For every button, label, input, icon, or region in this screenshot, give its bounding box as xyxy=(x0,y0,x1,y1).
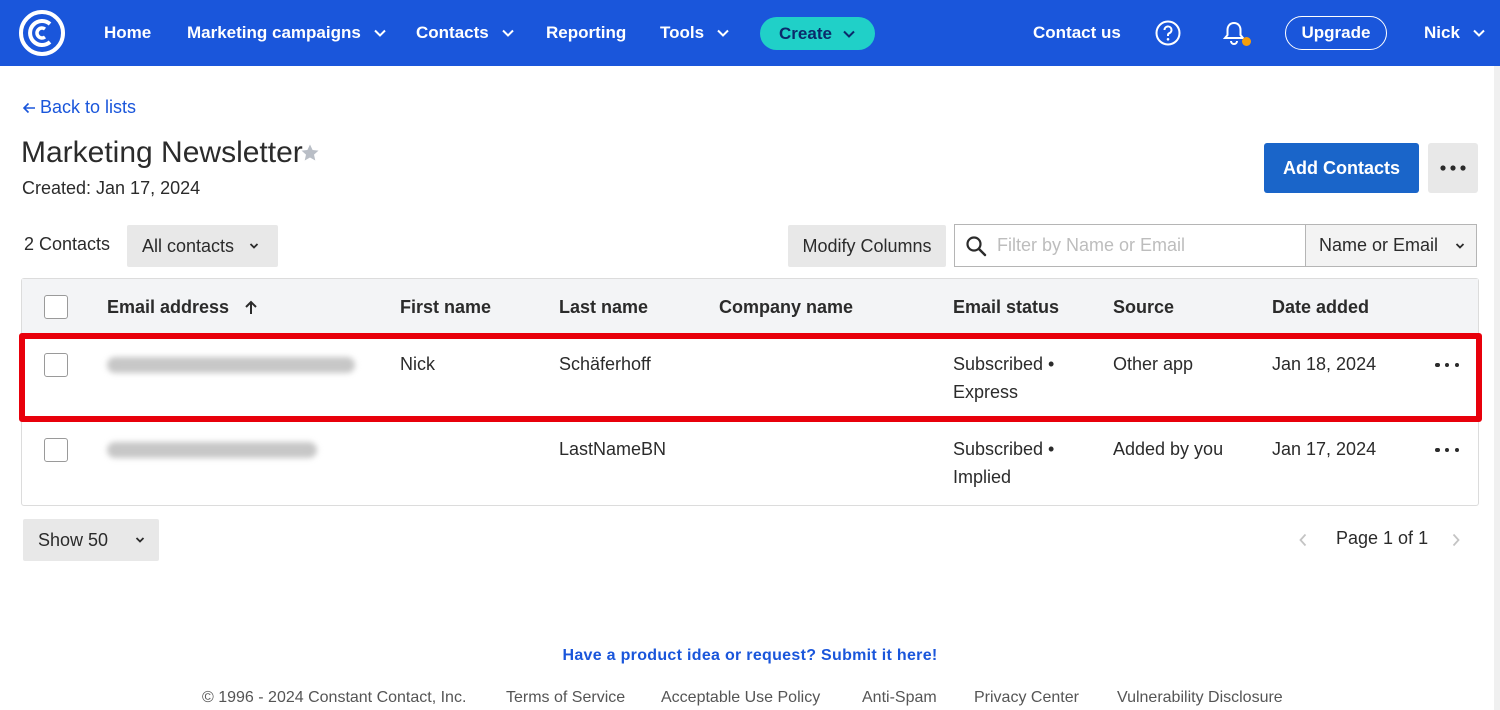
create-label: Create xyxy=(779,23,832,43)
nav-reporting-label: Reporting xyxy=(546,23,627,42)
table-header: Email address First name Last name Compa… xyxy=(22,279,1478,335)
page-indicator: Page 1 of 1 xyxy=(1336,528,1429,548)
column-header-email[interactable]: Email address xyxy=(107,297,259,318)
more-horizontal-icon xyxy=(1440,165,1466,171)
column-header-source[interactable]: Source xyxy=(1113,297,1174,318)
contacts-count: 2 Contacts xyxy=(24,234,111,254)
chevron-down-icon xyxy=(502,29,514,37)
arrow-up-icon xyxy=(245,300,257,314)
acceptable-use-policy-link[interactable]: Acceptable Use Policy xyxy=(661,689,820,707)
nav-home-label: Home xyxy=(104,23,152,42)
constant-contact-logo-icon[interactable] xyxy=(18,9,66,57)
page-size-dropdown[interactable]: Show 50 xyxy=(23,519,159,561)
more-options-button[interactable] xyxy=(1428,143,1478,193)
column-header-date-added[interactable]: Date added xyxy=(1272,297,1369,318)
nav-reporting[interactable]: Reporting xyxy=(546,0,626,66)
modify-columns-label: Modify Columns xyxy=(802,235,932,256)
nav-contact-us-label: Contact us xyxy=(1033,23,1121,42)
page-size-label: Show 50 xyxy=(38,529,109,550)
search-input[interactable] xyxy=(997,235,1287,256)
help-button[interactable] xyxy=(1154,19,1182,47)
chevron-down-icon xyxy=(1455,242,1465,249)
product-idea-link[interactable]: Have a product idea or request? Submit i… xyxy=(0,647,1500,665)
upgrade-label: Upgrade xyxy=(1301,23,1371,42)
user-name: Nick xyxy=(1424,23,1460,42)
add-contacts-button[interactable]: Add Contacts xyxy=(1264,143,1419,193)
chevron-down-icon xyxy=(249,243,259,249)
contacts-filter-label: All contacts xyxy=(142,235,235,256)
top-navigation-bar: Home Marketing campaigns Contacts Report… xyxy=(0,0,1500,66)
anti-spam-link[interactable]: Anti-Spam xyxy=(862,689,937,707)
column-header-email-status[interactable]: Email status xyxy=(953,297,1059,318)
source-cell: Added by you xyxy=(1113,439,1224,459)
nav-home[interactable]: Home xyxy=(104,0,151,66)
row-checkbox[interactable] xyxy=(44,438,68,462)
nav-marketing-campaigns[interactable]: Marketing campaigns xyxy=(187,0,387,66)
row-more-options-icon[interactable] xyxy=(1435,445,1459,455)
chevron-left-icon[interactable] xyxy=(1297,532,1309,548)
search-scope-label: Name or Email xyxy=(1319,235,1439,255)
nav-contacts-label: Contacts xyxy=(416,23,489,42)
column-header-company-name[interactable]: Company name xyxy=(719,297,853,318)
vulnerability-disclosure-link[interactable]: Vulnerability Disclosure xyxy=(1117,689,1283,707)
email-permission-type: Implied xyxy=(953,467,1012,487)
notification-dot xyxy=(1242,37,1251,46)
upgrade-button[interactable]: Upgrade xyxy=(1285,16,1387,50)
back-to-lists-link[interactable]: Back to lists xyxy=(22,97,136,118)
nav-tools[interactable]: Tools xyxy=(660,0,730,66)
arrow-left-icon xyxy=(22,102,35,113)
page-title: Marketing Newsletter xyxy=(21,136,303,169)
column-label-email: Email address xyxy=(107,297,230,317)
nav-marketing-campaigns-label: Marketing campaigns xyxy=(187,23,361,42)
date-added-cell: Jan 17, 2024 xyxy=(1272,439,1377,459)
contacts-filter-dropdown[interactable]: All contacts xyxy=(127,225,278,267)
search-scope-dropdown[interactable]: Name or Email xyxy=(1305,224,1477,267)
back-to-lists-label: Back to lists xyxy=(40,97,137,117)
last-name-cell: LastNameBN xyxy=(559,439,667,459)
add-contacts-label: Add Contacts xyxy=(1283,157,1400,178)
privacy-center-link[interactable]: Privacy Center xyxy=(974,689,1079,707)
column-header-last-name[interactable]: Last name xyxy=(559,297,648,318)
create-button[interactable]: Create xyxy=(760,17,875,50)
email-address-redacted[interactable] xyxy=(107,442,317,458)
page-scrollbar[interactable] xyxy=(1494,66,1500,710)
user-menu[interactable]: Nick xyxy=(1424,0,1486,66)
copyright-text: © 1996 - 2024 Constant Contact, Inc. xyxy=(202,689,467,706)
select-all-checkbox[interactable] xyxy=(44,295,68,319)
chevron-down-icon xyxy=(135,537,145,543)
highlight-annotation-box xyxy=(19,333,1482,422)
search-icon xyxy=(966,235,987,256)
created-date: Created: Jan 17, 2024 xyxy=(22,178,201,198)
nav-contacts[interactable]: Contacts xyxy=(416,0,515,66)
chevron-down-icon xyxy=(717,29,729,37)
modify-columns-button[interactable]: Modify Columns xyxy=(788,225,946,267)
question-circle-icon xyxy=(1155,20,1181,46)
nav-tools-label: Tools xyxy=(660,23,705,42)
table-row[interactable]: LastNameBN Subscribed • Implied Added by… xyxy=(22,421,1478,506)
chevron-right-icon[interactable] xyxy=(1450,532,1462,548)
email-status-cell: Subscribed • Implied xyxy=(953,435,1054,491)
star-icon[interactable] xyxy=(300,143,320,163)
nav-contact-us[interactable]: Contact us xyxy=(1033,0,1121,66)
chevron-down-icon xyxy=(374,29,386,37)
chevron-down-icon xyxy=(843,30,855,38)
terms-of-service-link[interactable]: Terms of Service xyxy=(506,689,625,707)
notifications-button[interactable] xyxy=(1220,19,1251,47)
chevron-down-icon xyxy=(1473,29,1485,37)
column-header-first-name[interactable]: First name xyxy=(400,297,491,318)
search-field[interactable] xyxy=(954,224,1306,267)
email-status-label: Subscribed • xyxy=(953,439,1055,459)
